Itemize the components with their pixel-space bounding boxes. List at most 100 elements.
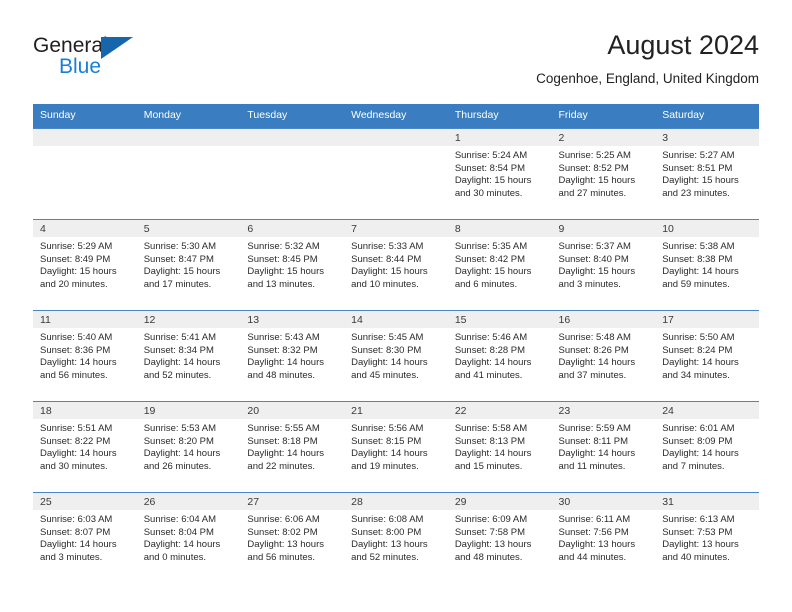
daylight-duration-line1: Daylight: 14 hours	[143, 357, 221, 369]
calendar-day-cell[interactable]: 17 Sunrise: 5:50 AM Sunset: 8:24 PM Dayligh…	[655, 310, 759, 402]
sunset-time: Sunset: 8:09 PM	[662, 435, 733, 447]
sunrise-time: Sunrise: 6:03 AM	[40, 514, 113, 525]
sunrise-time: Sunrise: 5:51 AM	[40, 423, 113, 434]
calendar-day-cell[interactable]: 30 Sunrise: 6:11 AM Sunset: 7:56 PM Dayligh…	[551, 492, 656, 583]
sunset-time: Sunset: 8:13 PM	[454, 435, 526, 447]
day-number: 20	[240, 402, 345, 419]
day-number	[240, 129, 345, 146]
calendar-day-cell[interactable]: 4 Sunrise: 5:29 AM Sunset: 8:49 PM Daylight…	[33, 219, 137, 311]
calendar-day-cell[interactable]: 6 Sunrise: 5:32 AM Sunset: 8:45 PM Daylight…	[240, 219, 345, 311]
sunset-time: Sunset: 8:38 PM	[662, 253, 733, 265]
daylight-duration-line2: and 15 minutes.	[454, 460, 523, 472]
daylight-duration-line2: and 27 minutes.	[558, 187, 627, 199]
day-details: Sunrise: 6:09 AM Sunset: 7:58 PM Daylight:…	[448, 510, 552, 564]
calendar-day-cell[interactable]: 31 Sunrise: 6:13 AM Sunset: 7:53 PM Dayligh…	[655, 492, 759, 583]
daylight-duration-line1: Daylight: 14 hours	[662, 357, 739, 369]
day-number: 22	[447, 402, 552, 419]
sunrise-time: Sunrise: 5:30 AM	[143, 241, 217, 252]
sunrise-time: Sunrise: 5:40 AM	[40, 332, 113, 343]
sunrise-time: Sunrise: 5:43 AM	[247, 332, 320, 343]
daylight-duration-line1: Daylight: 14 hours	[454, 448, 532, 460]
day-details: Sunrise: 6:08 AM Sunset: 8:00 PM Daylight:…	[344, 510, 448, 564]
sunrise-time: Sunrise: 5:27 AM	[662, 150, 735, 161]
calendar-day-cell[interactable]: 2 Sunrise: 5:25 AM Sunset: 8:52 PM Daylight…	[551, 128, 656, 220]
day-details: Sunrise: 5:51 AM Sunset: 8:22 PM Daylight:…	[33, 419, 137, 473]
day-details: Sunrise: 5:46 AM Sunset: 8:28 PM Daylight:…	[448, 328, 552, 382]
day-details: Sunrise: 5:35 AM Sunset: 8:42 PM Daylight:…	[448, 237, 552, 291]
day-number: 15	[447, 311, 552, 328]
sunrise-time: Sunrise: 5:32 AM	[247, 241, 320, 252]
brand-logo[interactable]: General Blue	[33, 34, 153, 86]
calendar-day-cell[interactable]: 15 Sunrise: 5:46 AM Sunset: 8:28 PM Dayligh…	[447, 310, 552, 402]
calendar-day-cell[interactable]: 9 Sunrise: 5:37 AM Sunset: 8:40 PM Daylight…	[551, 219, 656, 311]
day-details: Sunrise: 5:40 AM Sunset: 8:36 PM Daylight:…	[33, 328, 137, 382]
day-number: 21	[344, 402, 448, 419]
sunset-time: Sunset: 7:56 PM	[558, 526, 629, 538]
day-number: 8	[447, 220, 552, 237]
calendar-day-cell[interactable]: 25 Sunrise: 6:03 AM Sunset: 8:07 PM Dayligh…	[33, 492, 137, 583]
calendar-day-cell[interactable]: 13 Sunrise: 5:43 AM Sunset: 8:32 PM Dayligh…	[240, 310, 345, 402]
calendar-cell-empty	[240, 128, 345, 220]
sunrise-time: Sunrise: 5:38 AM	[662, 241, 735, 252]
daylight-duration-line1: Daylight: 15 hours	[558, 266, 636, 278]
sunrise-time: Sunrise: 6:06 AM	[247, 514, 320, 525]
calendar-week-row: 25 Sunrise: 6:03 AM Sunset: 8:07 PM Dayligh…	[33, 492, 759, 583]
weekday-header-row: Sunday Monday Tuesday Wednesday Thursday…	[33, 104, 759, 129]
calendar-page: General Blue August 2024 Cogenhoe, Engla…	[0, 0, 792, 612]
day-details: Sunrise: 5:43 AM Sunset: 8:32 PM Daylight:…	[240, 328, 344, 382]
daylight-duration-line2: and 41 minutes.	[454, 369, 523, 381]
calendar-day-cell[interactable]: 18 Sunrise: 5:51 AM Sunset: 8:22 PM Dayligh…	[33, 401, 137, 493]
calendar-day-cell[interactable]: 5 Sunrise: 5:30 AM Sunset: 8:47 PM Daylight…	[136, 219, 241, 311]
sunset-time: Sunset: 8:28 PM	[454, 344, 526, 356]
calendar-day-cell[interactable]: 28 Sunrise: 6:08 AM Sunset: 8:00 PM Dayligh…	[344, 492, 448, 583]
calendar-day-cell[interactable]: 8 Sunrise: 5:35 AM Sunset: 8:42 PM Daylight…	[447, 219, 552, 311]
day-details: Sunrise: 5:37 AM Sunset: 8:40 PM Daylight:…	[552, 237, 656, 291]
calendar-day-cell[interactable]: 7 Sunrise: 5:33 AM Sunset: 8:44 PM Daylight…	[344, 219, 448, 311]
day-number: 6	[240, 220, 345, 237]
day-details: Sunrise: 5:53 AM Sunset: 8:20 PM Daylight:…	[137, 419, 241, 473]
daylight-duration-line2: and 52 minutes.	[143, 369, 212, 381]
day-details: Sunrise: 5:41 AM Sunset: 8:34 PM Daylight:…	[137, 328, 241, 382]
sunrise-time: Sunrise: 5:33 AM	[351, 241, 424, 252]
day-number: 13	[240, 311, 345, 328]
calendar-day-cell[interactable]: 19 Sunrise: 5:53 AM Sunset: 8:20 PM Dayligh…	[136, 401, 241, 493]
daylight-duration-line1: Daylight: 14 hours	[40, 448, 117, 460]
calendar-day-cell[interactable]: 1 Sunrise: 5:24 AM Sunset: 8:54 PM Daylight…	[447, 128, 552, 220]
location-subtitle: Cogenhoe, England, United Kingdom	[536, 71, 759, 86]
calendar-day-cell[interactable]: 14 Sunrise: 5:45 AM Sunset: 8:30 PM Dayligh…	[344, 310, 448, 402]
sunrise-time: Sunrise: 5:29 AM	[40, 241, 113, 252]
calendar-day-cell[interactable]: 23 Sunrise: 5:59 AM Sunset: 8:11 PM Dayligh…	[551, 401, 656, 493]
calendar-day-cell[interactable]: 12 Sunrise: 5:41 AM Sunset: 8:34 PM Dayligh…	[136, 310, 241, 402]
calendar-day-cell[interactable]: 27 Sunrise: 6:06 AM Sunset: 8:02 PM Dayligh…	[240, 492, 345, 583]
daylight-duration-line1: Daylight: 14 hours	[351, 357, 428, 369]
sunrise-time: Sunrise: 6:08 AM	[351, 514, 424, 525]
calendar-day-cell[interactable]: 10 Sunrise: 5:38 AM Sunset: 8:38 PM Dayligh…	[655, 219, 759, 311]
day-number: 10	[655, 220, 759, 237]
calendar-day-cell[interactable]: 3 Sunrise: 5:27 AM Sunset: 8:51 PM Daylight…	[655, 128, 759, 220]
sunrise-time: Sunrise: 6:01 AM	[662, 423, 735, 434]
calendar-day-cell[interactable]: 16 Sunrise: 5:48 AM Sunset: 8:26 PM Dayligh…	[551, 310, 656, 402]
daylight-duration-line2: and 40 minutes.	[662, 551, 730, 563]
day-details: Sunrise: 5:33 AM Sunset: 8:44 PM Daylight:…	[344, 237, 448, 291]
sunrise-time: Sunrise: 5:58 AM	[454, 423, 528, 434]
calendar-day-cell[interactable]: 21 Sunrise: 5:56 AM Sunset: 8:15 PM Dayligh…	[344, 401, 448, 493]
calendar-day-cell[interactable]: 11 Sunrise: 5:40 AM Sunset: 8:36 PM Dayligh…	[33, 310, 137, 402]
calendar-day-cell[interactable]: 26 Sunrise: 6:04 AM Sunset: 8:04 PM Dayligh…	[136, 492, 241, 583]
sunrise-time: Sunrise: 5:25 AM	[558, 150, 631, 161]
daylight-duration-line2: and 48 minutes.	[247, 369, 316, 381]
daylight-duration-line1: Daylight: 13 hours	[454, 539, 532, 551]
day-number: 23	[551, 402, 656, 419]
calendar-day-cell[interactable]: 29 Sunrise: 6:09 AM Sunset: 7:58 PM Dayligh…	[447, 492, 552, 583]
calendar-day-cell[interactable]: 20 Sunrise: 5:55 AM Sunset: 8:18 PM Dayligh…	[240, 401, 345, 493]
day-details: Sunrise: 5:24 AM Sunset: 8:54 PM Daylight:…	[448, 146, 552, 200]
day-number: 16	[551, 311, 656, 328]
daylight-duration-line2: and 22 minutes.	[247, 460, 316, 472]
day-details: Sunrise: 6:01 AM Sunset: 8:09 PM Daylight:…	[655, 419, 759, 473]
day-details: Sunrise: 5:56 AM Sunset: 8:15 PM Daylight:…	[344, 419, 448, 473]
calendar-day-cell[interactable]: 24 Sunrise: 6:01 AM Sunset: 8:09 PM Dayligh…	[655, 401, 759, 493]
sunrise-time: Sunrise: 5:24 AM	[454, 150, 528, 161]
calendar-day-cell[interactable]: 22 Sunrise: 5:58 AM Sunset: 8:13 PM Dayligh…	[447, 401, 552, 493]
daylight-duration-line1: Daylight: 15 hours	[247, 266, 324, 278]
day-details: Sunrise: 5:55 AM Sunset: 8:18 PM Daylight:…	[240, 419, 344, 473]
sunset-time: Sunset: 8:32 PM	[247, 344, 318, 356]
